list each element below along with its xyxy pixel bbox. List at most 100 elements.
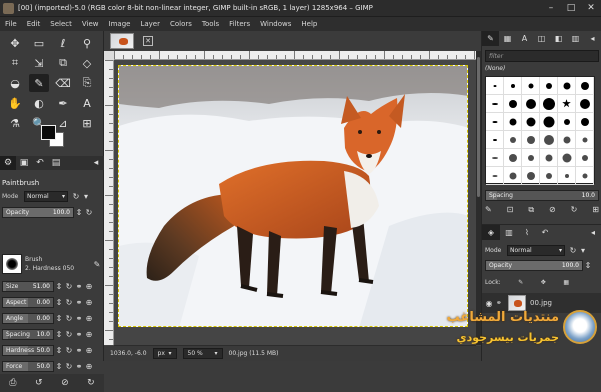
vertical-ruler[interactable]	[104, 60, 114, 345]
reset-opacity-icon[interactable]: ↻	[84, 207, 94, 218]
reset-aspect-icon[interactable]: ↻	[64, 297, 74, 308]
brush-preset[interactable]	[540, 77, 558, 95]
lasso-tool-icon[interactable]: ℓ	[53, 34, 73, 52]
menu-filters[interactable]: Filters	[224, 20, 255, 28]
link-icon[interactable]: ⚭	[74, 361, 84, 372]
brush-preset[interactable]	[576, 131, 594, 149]
brush-preset[interactable]	[504, 131, 522, 149]
reset-mode-icon[interactable]: ↻	[71, 191, 81, 202]
brush-preset[interactable]	[540, 95, 558, 113]
brush-preset[interactable]	[540, 167, 558, 185]
dock-menu-icon[interactable]: ◂	[88, 156, 104, 170]
brush-preset[interactable]	[558, 113, 576, 131]
brush-preset[interactable]	[486, 95, 504, 113]
cage-transform-tool-icon[interactable]: ◇	[77, 54, 97, 72]
menu-help[interactable]: Help	[296, 20, 322, 28]
reset-angle-icon[interactable]: ↻	[64, 313, 74, 324]
brush-preset[interactable]	[576, 77, 594, 95]
lock-angle-icon[interactable]: ⊕	[84, 313, 94, 324]
brush-preset[interactable]	[486, 113, 504, 131]
mode-select[interactable]: Normal ▾	[24, 190, 68, 202]
delete-brush-icon[interactable]: ⊘	[549, 205, 556, 217]
close-image-icon[interactable]: ✕	[143, 36, 153, 46]
rect-select-tool-icon[interactable]: ▭	[29, 34, 49, 52]
spinner-arrows-icon[interactable]: ⇕	[54, 361, 64, 372]
chevron-down-icon[interactable]: ▾	[578, 245, 588, 256]
angle-slider[interactable]: Angle 0.00	[2, 312, 54, 324]
brush-preset[interactable]	[558, 167, 576, 185]
tab-dynamics[interactable]: ◧	[550, 31, 567, 46]
text-tool-icon[interactable]: A	[77, 94, 97, 112]
unified-transform-tool-icon[interactable]: ⇲	[29, 54, 49, 72]
size-slider[interactable]: Size 51.00	[2, 280, 54, 292]
link-icon[interactable]: ⚭	[74, 329, 84, 340]
tab-channels[interactable]: ▥	[500, 225, 518, 240]
brush-preset[interactable]	[504, 167, 522, 185]
warp-transform-tool-icon[interactable]: ⧉	[53, 54, 73, 72]
close-button[interactable]: ✕	[581, 0, 601, 17]
brush-preset[interactable]	[540, 149, 558, 167]
aspect-slider[interactable]: Aspect 0.00	[2, 296, 54, 308]
menu-image[interactable]: Image	[104, 20, 136, 28]
brush-grid[interactable]	[485, 76, 595, 185]
brush-preset[interactable]	[522, 77, 540, 95]
spinner-arrows-icon[interactable]: ⇕	[583, 260, 593, 271]
lock-alpha-icon[interactable]: ▦	[563, 279, 569, 286]
fuzzy-select-tool-icon[interactable]: ⚲	[77, 34, 97, 52]
reset-layer-mode-icon[interactable]: ↻	[568, 245, 578, 256]
tab-fonts[interactable]: A	[516, 31, 533, 46]
link-icon[interactable]: ⚭	[74, 313, 84, 324]
spacing-slider[interactable]: Spacing 10.0	[2, 328, 54, 340]
image-tab-thumbnail[interactable]	[110, 33, 134, 49]
spinner-arrows-icon[interactable]: ⇕	[74, 207, 84, 218]
brush-preset[interactable]	[486, 131, 504, 149]
brush-preset[interactable]	[522, 95, 540, 113]
align-tool-icon[interactable]: ⊞	[77, 114, 97, 132]
duplicate-brush-icon[interactable]: ⧉	[528, 205, 534, 217]
delete-options-icon[interactable]: ⊘	[61, 378, 69, 388]
edit-brush-icon[interactable]: ✎	[92, 259, 102, 270]
tab-device-status[interactable]: ▣	[16, 156, 32, 170]
minimize-button[interactable]: –	[541, 0, 561, 17]
restore-options-icon[interactable]: ↺	[35, 378, 43, 388]
spinner-arrows-icon[interactable]: ⇕	[54, 313, 64, 324]
menu-windows[interactable]: Windows	[255, 20, 296, 28]
reset-size-icon[interactable]: ↻	[64, 281, 74, 292]
brush-preset[interactable]	[504, 149, 522, 167]
link-icon[interactable]: ⚭	[74, 297, 84, 308]
brush-preset[interactable]	[522, 149, 540, 167]
link-icon[interactable]: ⚭	[74, 281, 84, 292]
brush-preset[interactable]	[576, 113, 594, 131]
tab-undo[interactable]: ↶	[536, 225, 554, 240]
refresh-brushes-icon[interactable]: ↻	[571, 205, 578, 217]
horizontal-ruler[interactable]	[114, 51, 476, 60]
spinner-arrows-icon[interactable]: ⇕	[54, 345, 64, 356]
brush-preset[interactable]	[540, 131, 558, 149]
brush-preset[interactable]	[504, 95, 522, 113]
link-icon[interactable]: ⚭	[74, 345, 84, 356]
lock-spacing-icon[interactable]: ⊕	[84, 329, 94, 340]
lock-position-icon[interactable]: ✥	[541, 279, 546, 286]
menu-view[interactable]: View	[77, 20, 104, 28]
brush-preview[interactable]	[2, 254, 22, 274]
tab-layers[interactable]: ◈	[482, 224, 500, 240]
brush-preset[interactable]	[504, 77, 522, 95]
dock-menu-icon[interactable]: ◂	[584, 31, 601, 46]
layer-mode-select[interactable]: Normal ▾	[507, 245, 565, 256]
brush-preset[interactable]	[486, 167, 504, 185]
crop-tool-icon[interactable]: ⌗	[5, 54, 25, 72]
brush-preset[interactable]	[576, 95, 594, 113]
brush-preset[interactable]	[558, 95, 576, 113]
hardness-slider[interactable]: Hardness 50.0	[2, 344, 54, 356]
dodge-burn-tool-icon[interactable]: ◐	[29, 94, 49, 112]
brush-preset[interactable]	[522, 131, 540, 149]
lock-pixels-icon[interactable]: ✎	[518, 279, 523, 286]
menu-select[interactable]: Select	[45, 20, 77, 28]
brush-selector[interactable]: Brush 2. Hardness 050 ✎	[2, 252, 102, 276]
edit-brush-icon[interactable]: ✎	[485, 205, 492, 217]
ruler-corner[interactable]	[104, 51, 114, 60]
spinner-arrows-icon[interactable]: ⇕	[54, 329, 64, 340]
tab-images[interactable]: ▤	[48, 156, 64, 170]
brush-spacing-slider[interactable]: Spacing 10.0	[485, 190, 599, 201]
move-tool-icon[interactable]: ✥	[5, 34, 25, 52]
